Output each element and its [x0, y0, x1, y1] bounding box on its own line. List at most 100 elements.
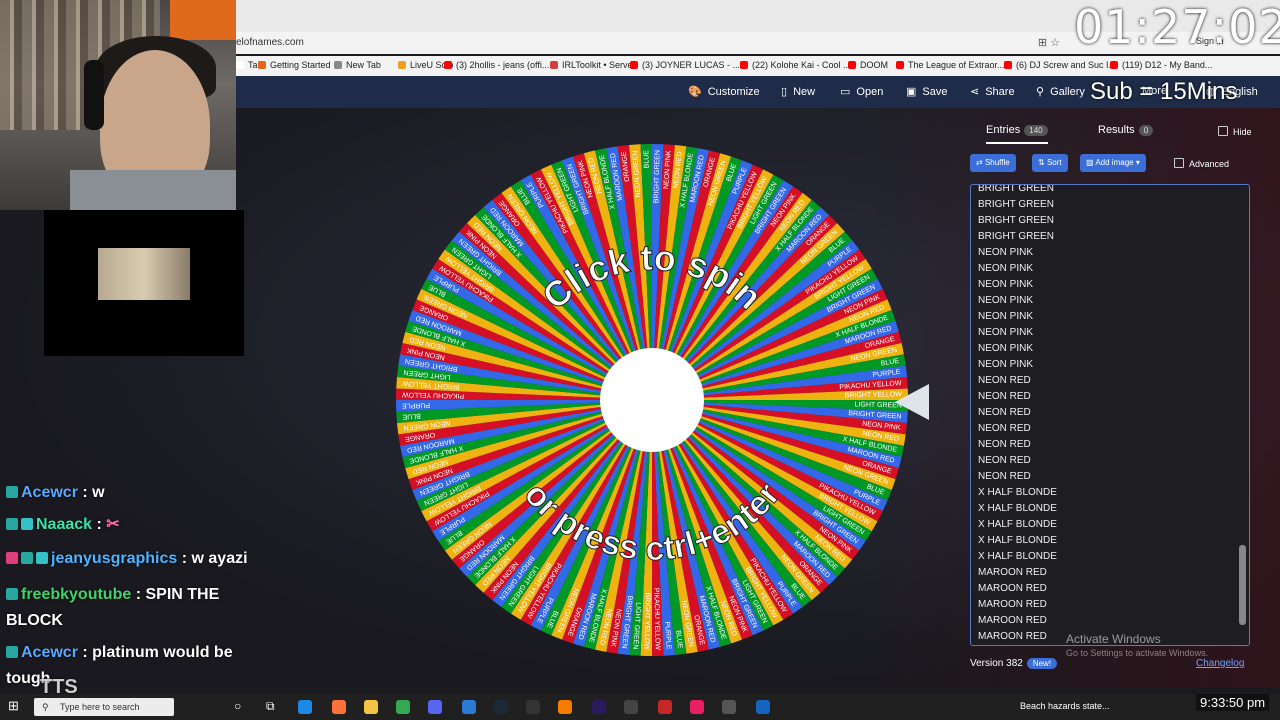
- bookmark-favicon-icon: [848, 61, 856, 69]
- customize-button[interactable]: 🎨 Customize: [688, 85, 760, 98]
- premiere-icon[interactable]: [592, 700, 606, 714]
- file-explorer-icon[interactable]: [364, 700, 378, 714]
- url-text[interactable]: elofnames.com: [236, 37, 304, 48]
- wheel-segment-label: BLUE: [643, 150, 650, 169]
- firefox-icon[interactable]: [332, 700, 346, 714]
- bookmark-label: (6) DJ Screw and Suc I...: [1016, 60, 1117, 70]
- shuffle-button[interactable]: ⇄ Shuffle: [970, 154, 1016, 172]
- share-button[interactable]: ⋖ Share: [970, 85, 1015, 98]
- obs-icon[interactable]: [624, 700, 638, 714]
- bookmark-label: IRLToolkit • Server: [562, 60, 636, 70]
- open-button[interactable]: ▭ Open: [840, 85, 883, 98]
- customize-label: Customize: [707, 86, 760, 98]
- new-button[interactable]: ▯ New: [781, 85, 815, 98]
- stream-chat: Acewcr : w Naaack : ✂ jeanyusgraphics : …: [0, 480, 300, 698]
- bookmark-item[interactable]: (3) 2hollis - jeans (offi...: [444, 60, 549, 70]
- gallery-button[interactable]: ⚲ Gallery: [1036, 85, 1085, 98]
- entry-line: NEON RED: [978, 455, 1031, 466]
- entry-line: NEON RED: [978, 423, 1031, 434]
- badge-icon: [21, 518, 33, 530]
- badge-icon: [6, 486, 18, 498]
- advanced-checkbox[interactable]: [1174, 158, 1184, 168]
- new-file-icon: ▯: [781, 86, 788, 98]
- bookmark-favicon-icon: [258, 61, 266, 69]
- entry-line: NEON RED: [978, 375, 1031, 386]
- bookmark-favicon-icon: [236, 61, 244, 69]
- app-icon[interactable]: [558, 700, 572, 714]
- bookmark-item[interactable]: New Tab: [334, 60, 381, 70]
- app-icon[interactable]: [756, 700, 770, 714]
- sort-label: Sort: [1046, 158, 1062, 167]
- badge-icon: [6, 588, 18, 600]
- bookmark-item[interactable]: Getting Started: [258, 60, 331, 70]
- new-badge: New!: [1026, 658, 1058, 669]
- hide-label: Hide: [1233, 127, 1252, 137]
- weather-widget[interactable]: Beach hazards state...: [1020, 701, 1110, 711]
- entry-line: NEON RED: [978, 439, 1031, 450]
- entry-line: NEON PINK: [978, 359, 1034, 370]
- bookmark-item[interactable]: The League of Extraor...: [896, 60, 1005, 70]
- app-icon[interactable]: [462, 700, 476, 714]
- entry-line: MAROON RED: [978, 599, 1047, 610]
- entry-line: X HALF BLONDE: [978, 535, 1057, 546]
- sort-button[interactable]: ⇅ Sort: [1032, 154, 1068, 172]
- chat-message: :: [96, 516, 102, 533]
- bookmark-item[interactable]: DOOM: [848, 60, 888, 70]
- bookmark-label: (3) JOYNER LUCAS - ...: [642, 60, 741, 70]
- save-label: Save: [922, 86, 948, 98]
- share-icon: ⋖: [970, 86, 980, 98]
- bookmark-label: (3) 2hollis - jeans (offi...: [456, 60, 550, 70]
- tab-entries[interactable]: Entries 140: [986, 124, 1048, 144]
- windows-taskbar: ⊞ ⚲ Type here to search ○ ⧉ Beach hazards…: [0, 694, 1280, 720]
- task-view-icon[interactable]: ⧉: [266, 699, 275, 714]
- image-icon: ▨: [1086, 158, 1096, 167]
- cortana-icon[interactable]: ○: [234, 699, 241, 713]
- hide-toggle[interactable]: Hide: [1218, 126, 1252, 137]
- epic-games-icon[interactable]: [526, 700, 540, 714]
- wheel-segment-label: PIKACHU YELLOW: [652, 588, 660, 651]
- search-placeholder: Type here to search: [60, 702, 140, 712]
- wheel-pointer: [895, 384, 929, 420]
- folder-icon: ▭: [840, 86, 851, 98]
- tab-results[interactable]: Results 0: [1098, 124, 1154, 136]
- bookmark-item[interactable]: IRLToolkit • Server: [550, 60, 636, 70]
- bookmark-item[interactable]: (6) DJ Screw and Suc I...: [1004, 60, 1116, 70]
- tab-entries-label: Entries: [986, 124, 1021, 136]
- hide-checkbox[interactable]: [1218, 126, 1228, 136]
- chat-user: Acewcr: [21, 644, 78, 661]
- entry-line: NEON RED: [978, 407, 1031, 418]
- discord-icon[interactable]: [428, 700, 442, 714]
- sub-timer-label: Sub = 15Mins: [1090, 78, 1238, 105]
- spin-wheel[interactable]: BRIGHT GREEN NEON PINK NEON REDX HALF BLON…: [394, 142, 910, 658]
- bookmark-favicon-icon: [1110, 61, 1118, 69]
- steam-icon[interactable]: [494, 700, 508, 714]
- start-icon[interactable]: ⊞: [8, 698, 19, 714]
- taskbar-search[interactable]: ⚲ Type here to search: [34, 698, 174, 716]
- badge-icon: [6, 646, 18, 658]
- chat-user: Naaack: [36, 516, 93, 533]
- taskbar-clock[interactable]: 9:33:50 pm: [1196, 694, 1270, 711]
- entries-textarea[interactable]: BRIGHT GREEN BRIGHT GREEN BRIGHT GREEN BRIG…: [970, 184, 1250, 646]
- app-icon[interactable]: [690, 700, 704, 714]
- edge-icon[interactable]: [298, 700, 312, 714]
- save-button[interactable]: ▣ Save: [906, 85, 947, 98]
- mini-video-overlay: [44, 210, 244, 356]
- wheel-center[interactable]: [600, 348, 704, 452]
- bookmark-item[interactable]: (119) D12 - My Band...: [1110, 60, 1212, 70]
- entry-line: BRIGHT GREEN: [978, 231, 1054, 242]
- stream-timer: 01:27:02: [1074, 0, 1280, 54]
- badge-icon: [36, 552, 48, 564]
- chat-line: jeanyusgraphics : w ayazi: [6, 550, 248, 568]
- changelog-link[interactable]: Changelog: [1196, 658, 1244, 669]
- bookmark-item[interactable]: (3) JOYNER LUCAS - ...: [630, 60, 740, 70]
- bookmark-item[interactable]: (22) Kolohe Kai - Cool ...: [740, 60, 851, 70]
- app-icon[interactable]: [722, 700, 736, 714]
- chrome-icon[interactable]: [396, 700, 410, 714]
- app-icon[interactable]: [658, 700, 672, 714]
- add-image-button[interactable]: ▨ Add image ▾: [1080, 154, 1146, 172]
- wheel-segment-label: BRIGHT YELLOW: [643, 593, 651, 651]
- bookmark-favicon-icon: [550, 61, 558, 69]
- advanced-toggle[interactable]: Advanced: [1174, 158, 1229, 169]
- entries-panel: Entries 140 Results 0 Hide ⇄ Shuffle ⇅ Sor…: [960, 118, 1260, 678]
- entries-scrollbar[interactable]: [1239, 545, 1246, 625]
